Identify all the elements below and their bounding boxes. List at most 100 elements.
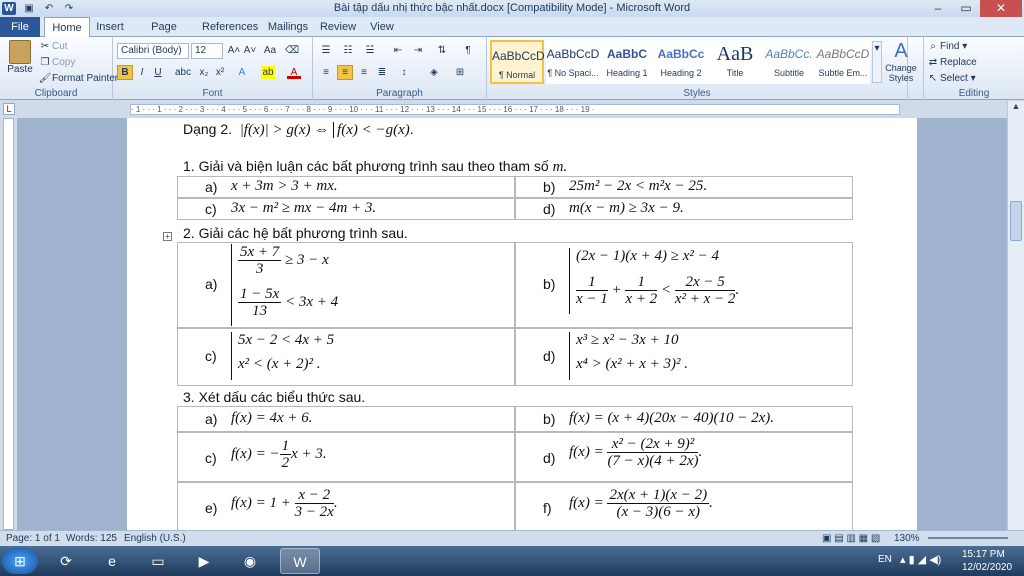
superscript-button[interactable]: x² (213, 66, 227, 79)
zoom-slider[interactable] (928, 537, 1008, 539)
vertical-ruler (0, 118, 17, 530)
select-button[interactable]: ↖ Select ▾ (926, 72, 976, 85)
close-button[interactable]: ✕ (980, 0, 1022, 17)
ruler-scale[interactable]: · 1 · · · 1 · · · 2 · · · 3 · · · 4 · · … (130, 104, 900, 115)
show-marks-button[interactable]: ¶ (461, 44, 475, 57)
font-family-select[interactable]: Calibri (Body) (117, 43, 189, 59)
word-taskbar-icon[interactable]: W (280, 548, 320, 574)
tab-view[interactable]: View (366, 17, 398, 37)
language-indicator[interactable]: English (U.S.) (124, 533, 186, 544)
numbering-button[interactable]: ☷ (341, 44, 355, 57)
change-case-icon: Aa (263, 45, 277, 56)
format-painter-button[interactable]: 🖌Format Painter (38, 72, 119, 85)
italic-icon: I (140, 67, 144, 78)
expr-3d: f(x) = x² − (2x + 9)² (7 − x)(4 + 2x). (569, 436, 703, 469)
view-buttons[interactable]: ▣ ▤ ▥ ▦ ▧ (822, 533, 880, 544)
bold-button[interactable]: B (117, 65, 133, 80)
text-effects-button[interactable]: A (235, 66, 249, 79)
multilevel-list-button[interactable]: ☱ (363, 44, 377, 57)
style-title[interactable]: AaB Title (708, 40, 762, 84)
media-player-icon[interactable]: ▶ (184, 548, 224, 574)
ineq-1c: 3x − m² ≥ mx − 4m + 3. (231, 200, 377, 216)
align-center-button[interactable]: ≡ (337, 65, 353, 80)
paste-button[interactable]: Paste (6, 40, 34, 75)
style-heading-2[interactable]: AaBbCc Heading 2 (654, 40, 708, 84)
shrink-font-button[interactable]: A˅ (243, 44, 257, 57)
italic-button[interactable]: I (135, 66, 149, 79)
font-group: Calibri (Body) 12 A˄ A˅ Aa ⌫ B I U abc x… (113, 37, 313, 100)
grow-font-button[interactable]: A˄ (227, 44, 241, 57)
align-right-button[interactable]: ≡ (357, 66, 371, 79)
change-case-button[interactable]: Aa (263, 44, 277, 57)
decrease-indent-button[interactable]: ⇤ (391, 44, 405, 57)
scrollbar-thumb[interactable] (1010, 201, 1022, 241)
underline-button[interactable]: U (151, 66, 165, 79)
sort-button[interactable]: ⇅ (435, 44, 449, 57)
page-count[interactable]: Page: 1 of 1 (6, 533, 60, 544)
font-color-button[interactable]: A (287, 66, 301, 79)
clear-format-button[interactable]: ⌫ (285, 44, 299, 57)
highlight-button[interactable]: ab (261, 66, 275, 79)
clock-date[interactable]: 12/02/2020 (962, 562, 1012, 573)
tray-icons[interactable]: ▴ ▮ ◢ ◀) (900, 553, 941, 566)
style-heading-1[interactable]: AaBbC Heading 1 (600, 40, 654, 84)
dang2-formula: |f(x)| > g(x) ⇔ (235, 122, 334, 138)
vertical-ruler-scale (3, 118, 14, 530)
style-subtitle[interactable]: AaBbCc. Subtitle (762, 40, 816, 84)
item-label: c) (205, 201, 217, 217)
item-label: a) (205, 411, 218, 427)
tab-file[interactable]: File (0, 17, 40, 37)
align-center-icon: ≡ (342, 67, 348, 78)
table-move-handle[interactable]: + (163, 232, 172, 241)
align-left-button[interactable]: ≡ (319, 66, 333, 79)
tab-home[interactable]: Home (44, 17, 90, 38)
justify-button[interactable]: ≣ (375, 66, 389, 79)
table3-cell (177, 432, 515, 482)
zoom-level[interactable]: 130% (894, 533, 920, 544)
strikethrough-button[interactable]: abc (175, 66, 191, 79)
copy-icon: ❐ (40, 57, 50, 68)
shading-button[interactable]: ◈ (427, 66, 441, 79)
style-no-spacing[interactable]: AaBbCcD ¶ No Spaci... (546, 40, 600, 84)
copy-button[interactable]: ❐ Copy (38, 56, 76, 69)
font-size-select[interactable]: 12 (191, 43, 223, 59)
internet-explorer-icon[interactable]: e (92, 548, 132, 574)
clipboard-group: Paste ✂ Cut ❐ Copy 🖌Format Painter Clipboa… (0, 37, 118, 100)
scroll-up-icon[interactable]: ▲ (1008, 101, 1024, 115)
sort-icon: ⇅ (437, 45, 447, 56)
tab-review[interactable]: Review (318, 17, 358, 37)
line-spacing-button[interactable]: ↕ (397, 66, 411, 79)
tab-references[interactable]: References (202, 17, 258, 37)
tab-page-layout[interactable]: Page Layout (134, 17, 194, 53)
shading-icon: ◈ (430, 67, 438, 78)
tab-mailings[interactable]: Mailings (266, 17, 310, 37)
table2-cell (177, 328, 515, 386)
minimize-button[interactable]: – (924, 0, 952, 17)
cut-button[interactable]: ✂ Cut (38, 40, 68, 53)
clock-time[interactable]: 15:17 PM (962, 549, 1005, 560)
word-count[interactable]: Words: 125 (66, 533, 117, 544)
vertical-scrollbar[interactable]: ▲ (1007, 101, 1024, 530)
item-label: c) (205, 348, 217, 364)
subscript-button[interactable]: x₂ (197, 66, 211, 79)
maximize-button[interactable]: ▭ (952, 0, 980, 17)
replace-button[interactable]: ⇄ Replace (926, 56, 977, 69)
bullets-button[interactable]: ☰ (319, 44, 333, 57)
decrease-indent-icon: ⇤ (393, 45, 403, 56)
folder-icon[interactable]: ▭ (138, 548, 178, 574)
borders-button[interactable]: ⊞ (453, 66, 467, 79)
taskbar-app-icon[interactable]: ⟳ (46, 548, 86, 574)
tab-insert[interactable]: Insert (92, 17, 128, 37)
find-button[interactable]: ⌕ Find ▾ (926, 40, 967, 53)
increase-indent-button[interactable]: ⇥ (411, 44, 425, 57)
style-subtle-emphasis[interactable]: AaBbCcD Subtle Em... (816, 40, 870, 84)
style-normal[interactable]: AaBbCcD ¶ Normal (490, 40, 545, 84)
start-button[interactable]: ⊞ (2, 548, 38, 574)
change-styles-button[interactable]: A Change Styles (882, 40, 920, 83)
tab-selector-button[interactable]: L (3, 103, 15, 115)
increase-indent-icon: ⇥ (413, 45, 423, 56)
document-page[interactable]: Dạng 2. |f(x)| > g(x) ⇔ f(x) < −g(x). 1.… (127, 118, 917, 530)
change-styles-group: A Change Styles (878, 37, 924, 100)
chrome-icon[interactable]: ◉ (230, 548, 270, 574)
language-bar[interactable]: EN (878, 554, 892, 565)
